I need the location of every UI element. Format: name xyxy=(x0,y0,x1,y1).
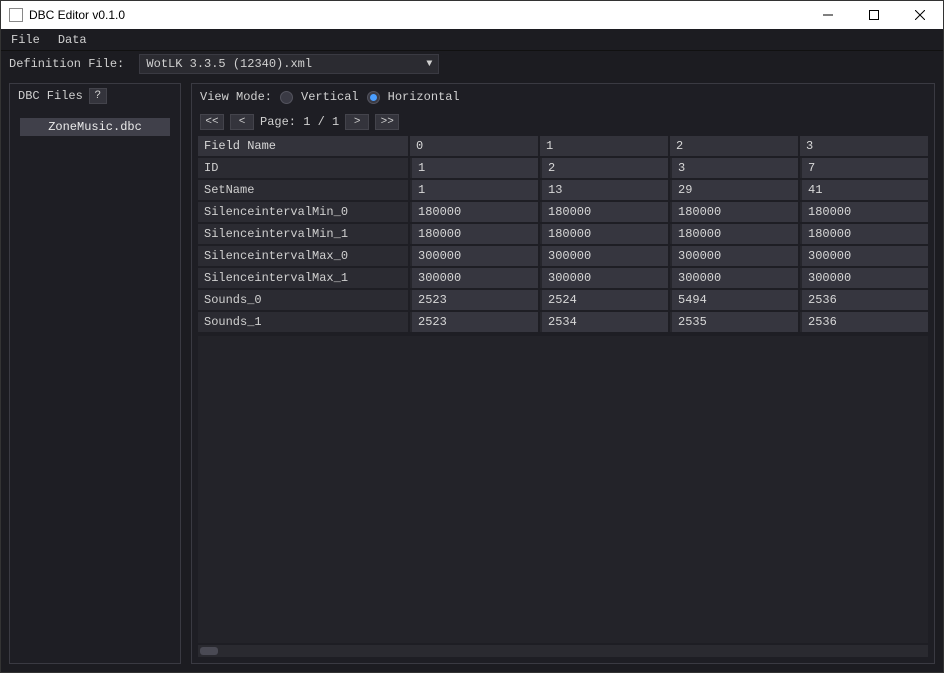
field-name-cell: SilenceintervalMin_1 xyxy=(198,224,408,244)
data-cell[interactable]: 1 xyxy=(410,180,538,200)
pager: << < Page: 1 / 1 > >> xyxy=(192,110,934,134)
page-last-button[interactable]: >> xyxy=(375,114,399,130)
data-cell[interactable]: 300000 xyxy=(410,246,538,266)
header-col-3: 3 xyxy=(800,136,928,156)
data-cell[interactable]: 300000 xyxy=(540,246,668,266)
table-row: SilenceintervalMax_130000030000030000030… xyxy=(198,268,928,288)
definition-select[interactable]: WotLK 3.3.5 (12340).xml ▼ xyxy=(139,54,439,74)
table-row: Sounds_12523253425352536 xyxy=(198,312,928,332)
data-cell[interactable]: 300000 xyxy=(670,268,798,288)
data-cell[interactable]: 180000 xyxy=(800,224,928,244)
data-cell[interactable]: 300000 xyxy=(670,246,798,266)
minimize-button[interactable] xyxy=(805,1,851,29)
maximize-button[interactable] xyxy=(851,1,897,29)
field-name-cell: ID xyxy=(198,158,408,178)
data-cell[interactable]: 300000 xyxy=(540,268,668,288)
file-item[interactable]: ZoneMusic.dbc xyxy=(20,118,170,136)
titlebar: DBC Editor v0.1.0 xyxy=(1,1,943,29)
data-cell[interactable]: 300000 xyxy=(800,246,928,266)
table-row: ID1237 xyxy=(198,158,928,178)
window-controls xyxy=(805,1,943,29)
header-col-1: 1 xyxy=(540,136,668,156)
app-icon xyxy=(9,8,23,22)
table-row: SetName11329 41 xyxy=(198,180,928,200)
definition-row: Definition File: WotLK 3.3.5 (12340).xml… xyxy=(1,51,943,77)
page-prev-button[interactable]: < xyxy=(230,114,254,130)
data-cell[interactable]: 41 xyxy=(800,180,928,200)
data-cell[interactable]: 2524 xyxy=(540,290,668,310)
data-cell[interactable]: 5494 xyxy=(670,290,798,310)
definition-value: WotLK 3.3.5 (12340).xml xyxy=(146,57,312,71)
horizontal-scrollbar[interactable] xyxy=(198,645,928,657)
menu-data[interactable]: Data xyxy=(58,33,87,47)
definition-label: Definition File: xyxy=(9,57,131,71)
data-cell[interactable]: 2536 xyxy=(800,290,928,310)
view-mode-row: View Mode: Vertical Horizontal xyxy=(192,84,934,110)
data-cell[interactable]: 180000 xyxy=(410,202,538,222)
header-col-2: 2 xyxy=(670,136,798,156)
field-name-cell: SilenceintervalMax_0 xyxy=(198,246,408,266)
page-next-button[interactable]: > xyxy=(345,114,369,130)
field-name-cell: Sounds_1 xyxy=(198,312,408,332)
close-button[interactable] xyxy=(897,1,943,29)
view-mode-label: View Mode: xyxy=(200,90,272,104)
sidebar-header: DBC Files ? xyxy=(10,84,180,108)
window-title: DBC Editor v0.1.0 xyxy=(29,8,805,22)
data-cell[interactable]: 2 xyxy=(540,158,668,178)
table-row: Sounds_02523252454942536 xyxy=(198,290,928,310)
data-cell[interactable]: 2534 xyxy=(540,312,668,332)
data-cell[interactable]: 2536 xyxy=(800,312,928,332)
data-cell[interactable]: 180000 xyxy=(800,202,928,222)
radio-horizontal[interactable] xyxy=(367,91,380,104)
data-cell[interactable]: 300000 xyxy=(800,268,928,288)
data-cell[interactable]: 7 xyxy=(800,158,928,178)
table-row: SilenceintervalMax_030000030000030000030… xyxy=(198,246,928,266)
menu-file[interactable]: File xyxy=(11,33,40,47)
data-cell[interactable]: 180000 xyxy=(540,202,668,222)
data-cell[interactable]: 180000 xyxy=(670,202,798,222)
grid-wrap: Field Name 0 1 2 3 ID1237SetName11329 41… xyxy=(192,134,934,663)
app-window: DBC Editor v0.1.0 File Data Definition F… xyxy=(0,0,944,673)
grid-empty-area xyxy=(198,336,928,643)
app-body: File Data Definition File: WotLK 3.3.5 (… xyxy=(1,29,943,672)
data-cell[interactable]: 1 xyxy=(410,158,538,178)
data-cell[interactable]: 180000 xyxy=(410,224,538,244)
radio-vertical[interactable] xyxy=(280,91,293,104)
field-name-cell: Sounds_0 xyxy=(198,290,408,310)
data-cell[interactable]: 3 xyxy=(670,158,798,178)
data-cell[interactable]: 2535 xyxy=(670,312,798,332)
radio-horizontal-label: Horizontal xyxy=(388,90,460,104)
data-cell[interactable]: 2523 xyxy=(410,290,538,310)
sidebar-title: DBC Files xyxy=(18,89,83,103)
content-panel: View Mode: Vertical Horizontal << < Page… xyxy=(191,83,935,664)
menubar: File Data xyxy=(1,29,943,51)
data-grid: Field Name 0 1 2 3 ID1237SetName11329 41… xyxy=(196,134,930,334)
help-button[interactable]: ? xyxy=(89,88,107,104)
data-cell[interactable]: 2523 xyxy=(410,312,538,332)
page-first-button[interactable]: << xyxy=(200,114,224,130)
radio-vertical-label: Vertical xyxy=(301,90,359,104)
data-cell[interactable]: 180000 xyxy=(670,224,798,244)
main-row: DBC Files ? ZoneMusic.dbc View Mode: Ver… xyxy=(1,77,943,672)
data-cell[interactable]: 180000 xyxy=(540,224,668,244)
header-field-name: Field Name xyxy=(198,136,408,156)
page-label: Page: 1 / 1 xyxy=(260,115,339,129)
sidebar: DBC Files ? ZoneMusic.dbc xyxy=(9,83,181,664)
field-name-cell: SetName xyxy=(198,180,408,200)
field-name-cell: SilenceintervalMin_0 xyxy=(198,202,408,222)
table-row: SilenceintervalMin_118000018000018000018… xyxy=(198,224,928,244)
scrollbar-thumb[interactable] xyxy=(200,647,218,655)
data-cell[interactable]: 300000 xyxy=(410,268,538,288)
field-name-cell: SilenceintervalMax_1 xyxy=(198,268,408,288)
data-cell[interactable]: 29 xyxy=(670,180,798,200)
file-list: ZoneMusic.dbc xyxy=(10,108,180,146)
grid-header-row: Field Name 0 1 2 3 xyxy=(198,136,928,156)
header-col-0: 0 xyxy=(410,136,538,156)
table-row: SilenceintervalMin_018000018000018000018… xyxy=(198,202,928,222)
dropdown-icon: ▼ xyxy=(426,59,432,70)
data-cell[interactable]: 13 xyxy=(540,180,668,200)
